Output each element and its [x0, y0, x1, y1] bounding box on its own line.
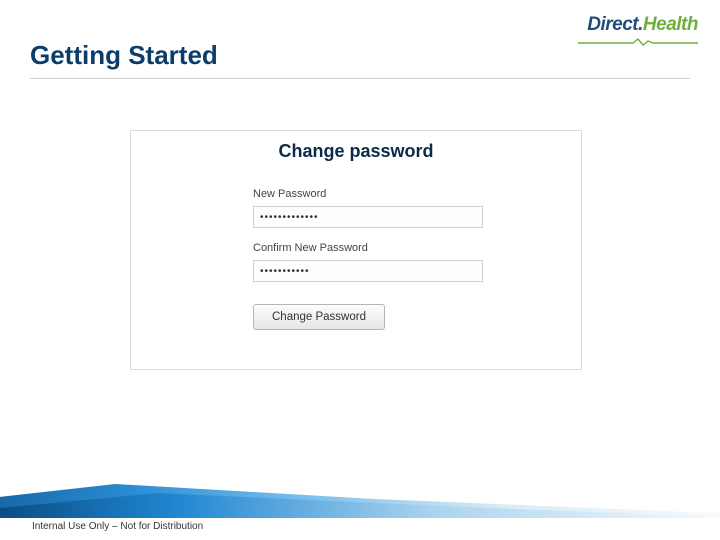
brand-logo: Direct.Health — [587, 14, 698, 36]
page-title: Getting Started — [30, 40, 218, 71]
confirm-password-input[interactable] — [253, 260, 483, 282]
form-heading: Change password — [131, 141, 581, 162]
page-number: 4 — [692, 506, 698, 518]
change-password-card: Change password New Password Confirm New… — [130, 130, 582, 370]
brand-part-1: Direct. — [587, 14, 643, 35]
change-password-button[interactable]: Change Password — [253, 304, 385, 330]
brand-heartbeat-icon — [578, 38, 698, 46]
brand-part-2: Health — [643, 14, 698, 35]
title-divider — [30, 78, 690, 79]
new-password-label: New Password — [253, 188, 581, 200]
footer-band: Internal Use Only – Not for Distribution… — [0, 490, 720, 540]
footer-disclaimer: Internal Use Only – Not for Distribution — [32, 521, 203, 532]
new-password-input[interactable] — [253, 206, 483, 228]
slide: Direct.Health Getting Started Change pas… — [0, 0, 720, 540]
form-body: New Password Confirm New Password Change… — [131, 162, 581, 330]
confirm-password-label: Confirm New Password — [253, 242, 581, 254]
